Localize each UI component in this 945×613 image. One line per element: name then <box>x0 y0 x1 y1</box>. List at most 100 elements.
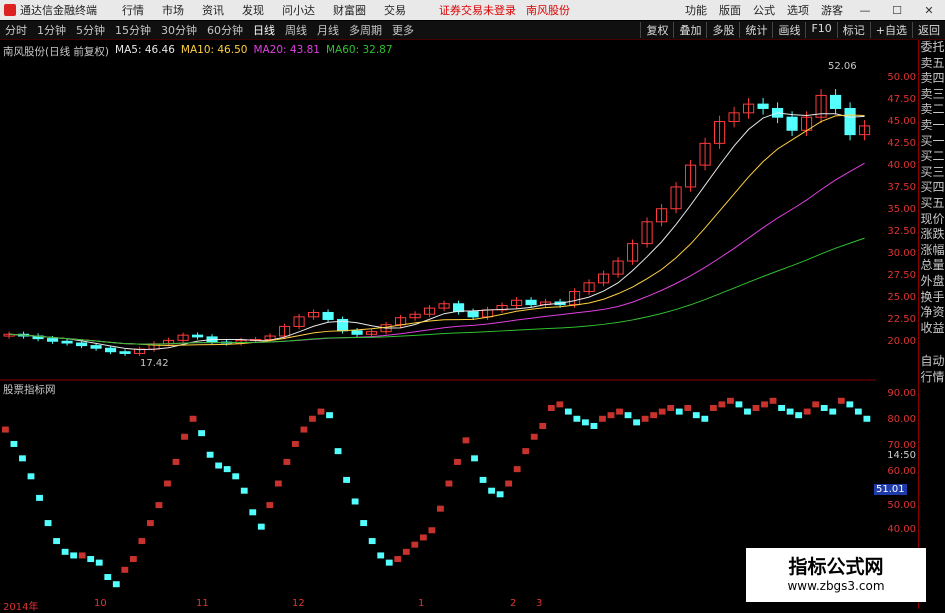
side-tab[interactable]: 卖四 <box>919 71 945 87</box>
menu-item-quote[interactable]: 行情 <box>113 2 153 18</box>
period-tab[interactable]: 5分钟 <box>71 22 110 38</box>
period-tab[interactable]: 分时 <box>0 22 32 38</box>
toolbar-button[interactable]: 画线 <box>772 22 805 38</box>
side-tab[interactable]: 卖五 <box>919 56 945 72</box>
price-tick: 30.00 <box>887 248 916 259</box>
side-tab[interactable]: 收益 <box>919 321 945 337</box>
indicator-bar <box>769 397 777 404</box>
app-logo-icon <box>4 4 16 16</box>
indicator-bar <box>727 397 734 404</box>
indicator-bar <box>445 480 453 487</box>
menu-item-ask[interactable]: 问小达 <box>273 2 324 18</box>
indicator-bar <box>454 458 461 465</box>
toolbar-button[interactable]: 复权 <box>640 22 673 38</box>
period-tab[interactable]: 15分钟 <box>110 22 156 38</box>
maximize-icon[interactable]: ☐ <box>881 4 913 17</box>
indicator-bar <box>428 527 436 534</box>
side-tab[interactable]: 现价 <box>919 212 945 228</box>
indicator-bar <box>351 498 359 505</box>
side-tab[interactable]: 买三 <box>919 165 945 181</box>
toolbar-button[interactable]: 标记 <box>836 22 870 38</box>
indicator-bar <box>692 412 700 419</box>
indicator-bar <box>599 415 606 422</box>
side-tab[interactable]: 买四 <box>919 180 945 196</box>
indicator-bar <box>658 408 666 415</box>
side-tab[interactable]: 委托 <box>919 40 945 56</box>
indicator-tick: 60.00 <box>887 466 916 477</box>
menu-options[interactable]: 选项 <box>781 2 815 18</box>
side-tab[interactable]: 涨跌 <box>919 227 945 243</box>
side-tab[interactable]: 卖二 <box>919 102 945 118</box>
price-tick: 47.50 <box>887 94 916 105</box>
date-tick: 3 <box>536 598 543 609</box>
date-tick: 1 <box>418 598 425 609</box>
indicator-bar <box>283 458 291 465</box>
indicator-bar <box>360 520 368 527</box>
period-tab[interactable]: 30分钟 <box>156 22 202 38</box>
indicator-bar <box>641 415 649 422</box>
login-notice[interactable]: 证券交易未登录 <box>439 2 516 18</box>
indicator-bar <box>437 505 444 512</box>
toolbar-button[interactable]: 多股 <box>706 22 739 38</box>
indicator-bar <box>803 408 811 415</box>
indicator-bar <box>78 552 86 559</box>
period-tab[interactable]: 60分钟 <box>202 22 248 38</box>
date-axis: 2014年 10 11 12 1 2 3 <box>0 598 876 613</box>
side-tab[interactable]: 涨幅 <box>919 243 945 259</box>
side-tab[interactable]: 净资 <box>919 305 945 321</box>
ma10-line <box>9 114 865 347</box>
menu-function[interactable]: 功能 <box>679 2 713 18</box>
close-icon[interactable]: ✕ <box>913 4 945 17</box>
toolbar-right-buttons: 复权 叠加 多股 统计 画线 F10 标记 +自选 返回 <box>640 22 945 38</box>
side-tab-quote[interactable]: 行情 <box>919 370 945 386</box>
side-tab-auto[interactable]: 自动 <box>919 354 945 370</box>
indicator-tick: 80.00 <box>887 414 916 425</box>
menu-item-trade[interactable]: 交易 <box>375 2 415 18</box>
period-tab[interactable]: 月线 <box>312 22 344 38</box>
side-tab[interactable]: 买一 <box>919 134 945 150</box>
side-tab[interactable]: 外盘 <box>919 274 945 290</box>
ma60-label: MA60: 32.87 <box>325 44 393 56</box>
indicator-bar <box>684 404 692 411</box>
side-tab[interactable]: 卖一 <box>919 118 945 134</box>
side-tab[interactable]: 换手 <box>919 290 945 306</box>
period-tab[interactable]: 多周期 <box>344 22 387 38</box>
indicator-bar <box>863 415 871 422</box>
indicator-tick: 90.00 <box>887 388 916 399</box>
indicator-bar <box>129 556 137 563</box>
menu-item-market[interactable]: 市场 <box>153 2 193 18</box>
side-tab[interactable]: 买二 <box>919 149 945 165</box>
side-tab[interactable]: 卖三 <box>919 87 945 103</box>
indicator-bar <box>556 401 564 408</box>
side-tab[interactable]: 总量 <box>919 258 945 274</box>
period-tab-active[interactable]: 日线 <box>248 22 280 38</box>
toolbar-button[interactable]: 叠加 <box>673 22 706 38</box>
indicator-bar <box>87 556 95 563</box>
menu-item-discover[interactable]: 发现 <box>233 2 273 18</box>
menu-item-news[interactable]: 资讯 <box>193 2 233 18</box>
candle-body <box>786 116 798 131</box>
indicator-bar <box>854 408 862 415</box>
kline-chart[interactable]: 52.06 17.42 <box>0 40 876 609</box>
period-tab[interactable]: 更多 <box>387 22 419 38</box>
indicator-bar <box>70 552 78 559</box>
toolbar-button[interactable]: +自选 <box>869 22 912 38</box>
side-tab[interactable]: 买五 <box>919 196 945 212</box>
indicator-bar <box>95 559 103 566</box>
menu-formula[interactable]: 公式 <box>747 2 781 18</box>
indicator-bar <box>27 473 35 480</box>
toolbar-button[interactable]: 统计 <box>739 22 772 38</box>
period-tab[interactable]: 周线 <box>280 22 312 38</box>
side-panel: 委托 卖五 卖四 卖三 卖二 卖一 买一 买二 买三 买四 买五 现价 涨跌 涨… <box>918 40 945 609</box>
minimize-icon[interactable]: — <box>849 4 881 17</box>
toolbar-button[interactable]: F10 <box>805 22 836 38</box>
indicator-title: 股票指标网 <box>3 384 56 396</box>
indicator-bar <box>189 415 197 422</box>
indicator-bar <box>172 458 180 465</box>
date-tick: 2 <box>510 598 517 609</box>
user-label[interactable]: 游客 <box>815 2 849 18</box>
toolbar-button[interactable]: 返回 <box>912 22 945 38</box>
menu-layout[interactable]: 版面 <box>713 2 747 18</box>
menu-item-wealth[interactable]: 财富圈 <box>324 2 375 18</box>
period-tab[interactable]: 1分钟 <box>32 22 71 38</box>
